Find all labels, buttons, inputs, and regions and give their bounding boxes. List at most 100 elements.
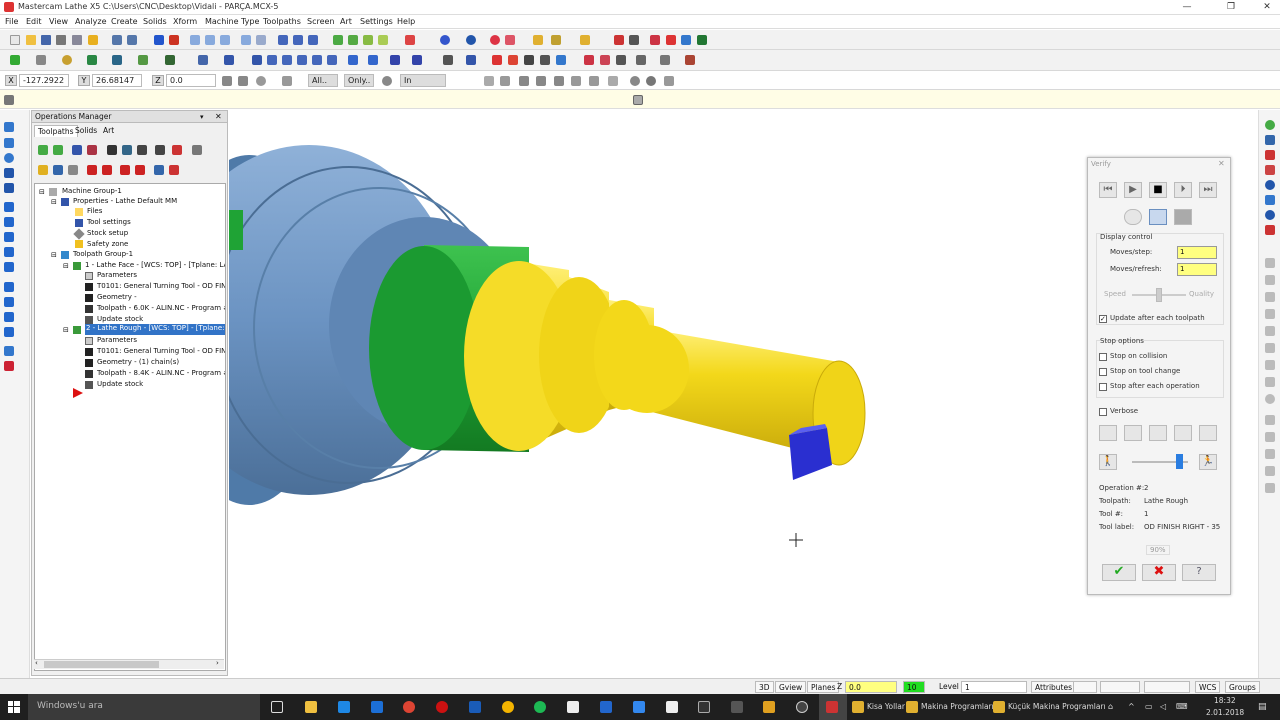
ok-button[interactable]: ✔	[1102, 564, 1136, 581]
tray-arrow-icon[interactable]: ^	[1128, 702, 1135, 711]
tree-item-update-stock[interactable]: Update stock	[97, 380, 143, 388]
tree-item-toolpath[interactable]: Toolpath - 6.0K - ALIN.NC - Program #	[97, 304, 225, 312]
folder-icon[interactable]	[993, 701, 1005, 713]
view-top-icon[interactable]	[278, 35, 288, 45]
drill-tool-icon[interactable]	[1265, 180, 1275, 190]
tree-item-tool[interactable]: T0101: General Turning Tool - OD FINI	[97, 282, 225, 290]
snap-icon[interactable]	[256, 76, 266, 86]
tree-hscrollbar[interactable]: ‹ ›	[34, 659, 224, 669]
tree-item-stock-setup[interactable]: Stock setup	[87, 229, 128, 237]
point-tool-icon[interactable]	[4, 122, 14, 132]
groups-button[interactable]: Groups	[1225, 681, 1260, 693]
all-button[interactable]: All..	[308, 74, 338, 87]
select-dirty-ops-icon[interactable]	[53, 145, 63, 155]
misc-tool-icon[interactable]	[1265, 394, 1275, 404]
tailstock-icon[interactable]	[524, 55, 534, 65]
option-1-button[interactable]	[1099, 425, 1117, 441]
close-button[interactable]: ✕	[1256, 1, 1278, 13]
file-explorer-icon[interactable]	[305, 701, 317, 713]
app-icon[interactable]	[666, 701, 678, 713]
tree-item-safety-zone[interactable]: Safety zone	[87, 240, 128, 248]
only-button[interactable]: Only..	[344, 74, 374, 87]
paint-icon[interactable]	[505, 35, 515, 45]
z-coord-field[interactable]: 0.0	[166, 74, 216, 87]
spline-icon[interactable]	[138, 55, 148, 65]
help-button[interactable]: ?	[1182, 564, 1216, 581]
levels-icon[interactable]	[405, 35, 415, 45]
rectangle-icon[interactable]	[165, 55, 175, 65]
rough-icon[interactable]	[600, 55, 610, 65]
task-view-icon[interactable]	[271, 701, 283, 713]
tree-item-toolpath-group[interactable]: Toolpath Group-1	[73, 250, 133, 258]
backplot-icon[interactable]	[650, 35, 660, 45]
tree-item-op1[interactable]: 1 - Lathe Face - [WCS: TOP] - [Tplane: L…	[85, 261, 225, 269]
fast-point-icon[interactable]	[222, 76, 232, 86]
delete-icon[interactable]	[169, 35, 179, 45]
misc-tool-icon[interactable]	[1265, 377, 1275, 387]
app-icon[interactable]	[502, 701, 514, 713]
cutoff-tool-icon[interactable]	[1265, 195, 1275, 205]
menu-file[interactable]: File	[5, 17, 18, 26]
chamfer-icon[interactable]	[112, 55, 122, 65]
misc-tool-icon[interactable]	[1265, 275, 1275, 285]
area-select-icon[interactable]	[554, 76, 564, 86]
taskbar-item-1[interactable]: Kisa Yollar	[867, 702, 905, 711]
tree-item-tool[interactable]: T0101: General Turning Tool - OD FINI	[97, 347, 225, 355]
tree-item-geometry[interactable]: Geometry -	[97, 293, 137, 301]
mirror-icon[interactable]	[198, 55, 208, 65]
insert-arrow-icon[interactable]	[120, 165, 130, 175]
sim-speed-thumb[interactable]	[1176, 454, 1183, 469]
menu-create[interactable]: Create	[111, 17, 138, 26]
ie-icon[interactable]	[371, 701, 383, 713]
misc-tool-icon[interactable]	[1265, 483, 1275, 493]
scale-icon[interactable]	[282, 55, 292, 65]
solid-tool-icon[interactable]	[4, 217, 14, 227]
move-up-icon[interactable]	[102, 165, 112, 175]
window-select-icon[interactable]	[519, 76, 529, 86]
solid-icon[interactable]	[348, 35, 358, 45]
outlook-icon[interactable]	[469, 701, 481, 713]
view-front-icon[interactable]	[293, 35, 303, 45]
tab-solids[interactable]: Solids	[72, 125, 100, 136]
pen-icon[interactable]	[580, 35, 590, 45]
offset-icon[interactable]	[297, 55, 307, 65]
fillet-tool-icon[interactable]	[4, 297, 14, 307]
tab-art[interactable]: Art	[100, 125, 117, 136]
redo-icon[interactable]	[127, 35, 137, 45]
lathe-stock-icon[interactable]	[492, 55, 502, 65]
tree-expander[interactable]: ⊟	[51, 198, 57, 206]
step-forward-button[interactable]: ⏵	[1174, 182, 1192, 198]
high-speed-icon[interactable]	[155, 145, 165, 155]
last-select-icon[interactable]	[646, 76, 656, 86]
loft-tool-icon[interactable]	[4, 262, 14, 272]
play-button[interactable]: ▶	[1124, 182, 1142, 198]
stop-after-op-checkbox[interactable]	[1099, 383, 1107, 391]
notification-icon[interactable]: ▤	[1258, 702, 1267, 712]
sphere-icon[interactable]	[466, 35, 476, 45]
speed-quality-thumb[interactable]	[1156, 288, 1162, 302]
marker-icon[interactable]	[614, 35, 624, 45]
move-icon[interactable]	[154, 35, 164, 45]
extrude-tool-icon[interactable]	[4, 232, 14, 242]
unzoom-icon[interactable]	[256, 35, 266, 45]
ribbon-help-icon[interactable]	[633, 95, 643, 105]
app-icon[interactable]	[763, 701, 775, 713]
stock-display-button[interactable]	[1149, 209, 1167, 225]
calculator-icon[interactable]	[567, 701, 579, 713]
thread-icon[interactable]	[660, 55, 670, 65]
misc-tool-icon[interactable]	[1265, 343, 1275, 353]
single-select-icon[interactable]	[589, 76, 599, 86]
single-view-icon[interactable]	[154, 165, 164, 175]
clock-date[interactable]: 2.01.2018	[1206, 708, 1244, 717]
panel-close-icon[interactable]: ✕	[215, 112, 223, 121]
view-side-icon[interactable]	[308, 35, 318, 45]
backplot-ops-icon[interactable]	[107, 145, 117, 155]
tree-item-parameters[interactable]: Parameters	[97, 336, 137, 344]
taskbar-item-2[interactable]: Makina Programları	[921, 702, 994, 711]
option-2-button[interactable]	[1124, 425, 1142, 441]
tool-manager-icon[interactable]	[556, 55, 566, 65]
wcs-button[interactable]: WCS	[1195, 681, 1221, 693]
app-icon[interactable]	[731, 701, 743, 713]
option-4-button[interactable]	[1174, 425, 1192, 441]
option-3-button[interactable]	[1149, 425, 1167, 441]
